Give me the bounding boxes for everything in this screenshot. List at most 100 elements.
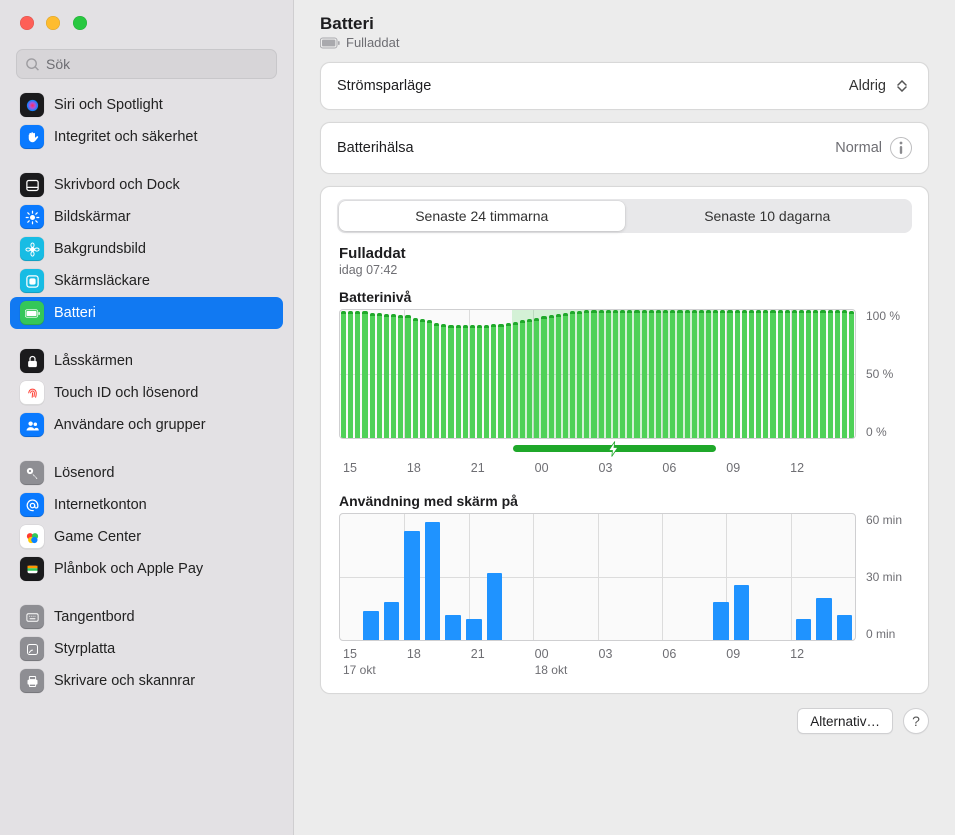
sidebar-item-integrity[interactable]: Integritet och säkerhet [10,121,283,153]
sidebar-item-label: Användare och grupper [54,417,206,433]
x-tick: 15 [343,647,407,661]
keyboard-icon [20,605,44,629]
battery-health-row: Batterihälsa Normal [320,122,929,174]
sidebar-item-desktop[interactable]: Skrivbord och Dock [10,169,283,201]
sidebar-item-printers[interactable]: Skrivare och skannrar [10,665,283,697]
segment-10d[interactable]: Senaste 10 dagarna [625,201,911,231]
sidebar-item-gamecenter[interactable]: Game Center [10,521,283,553]
x-tick: 00 [535,647,599,661]
sidebar-item-users[interactable]: Användare och grupper [10,409,283,441]
users-icon [20,413,44,437]
sidebar-item-label: Plånbok och Apple Pay [54,561,203,577]
sidebar: Sök Siri och Spotlight Integritet och säk… [0,0,294,835]
date-label: 17 okt [343,663,407,677]
sidebar-item-screensaver[interactable]: Skärmsläckare [10,265,283,297]
page-subtitle: Fulladdat [346,35,399,50]
options-button[interactable]: Alternativ… [797,708,893,734]
x-tick: 06 [662,647,726,661]
sidebar-item-siri[interactable]: Siri och Spotlight [10,89,283,121]
usage-chart: 60 min30 min0 min 1518210003060912 17 ok… [335,513,914,677]
usage-chart-title: Användning med skärm på [335,493,914,513]
window-minimize-button[interactable] [46,16,60,30]
sun-icon [20,205,44,229]
y-tick: 50 % [866,367,893,381]
date-label: 18 okt [535,663,599,677]
sidebar-item-displays[interactable]: Bildskärmar [10,201,283,233]
x-tick: 21 [471,647,535,661]
charging-bolt-icon [605,440,623,458]
sidebar-item-label: Lösenord [54,465,114,481]
sidebar-item-label: Skrivbord och Dock [54,177,180,193]
battery-health-value: Normal [835,140,882,156]
battery-health-label: Batterihälsa [337,140,414,156]
sidebar-item-label: Skärmsläckare [54,273,150,289]
sidebar-item-label: Bildskärmar [54,209,131,225]
help-button[interactable]: ? [903,708,929,734]
y-tick: 0 min [866,627,895,641]
footer: Alternativ… ? [320,706,929,734]
low-power-value: Aldrig [849,78,886,94]
sidebar-item-label: Internetkonton [54,497,147,513]
y-tick: 0 % [866,425,887,439]
time-range-segmented: Senaste 24 timmarna Senaste 10 dagarna [337,199,912,233]
low-power-select[interactable]: Aldrig [847,77,912,95]
battery-level-chart: 100 % 50 % 0 % 1518210003060912 [335,309,914,475]
sidebar-item-label: Skrivare och skannrar [54,673,195,689]
sidebar-item-internet[interactable]: Internetkonton [10,489,283,521]
y-tick: 30 min [866,570,902,584]
sidebar-item-label: Bakgrundsbild [54,241,146,257]
window-zoom-button[interactable] [73,16,87,30]
sidebar-item-label: Integritet och säkerhet [54,129,197,145]
sidebar-item-touchid[interactable]: Touch ID och lösenord [10,377,283,409]
lock-icon [20,349,44,373]
x-tick: 12 [790,461,854,475]
flower-icon [20,237,44,261]
sidebar-item-label: Låsskärmen [54,353,133,369]
fingerprint-icon [20,381,44,405]
battery-status-icon [320,37,340,49]
main-content: Batteri Fulladdat Strömsparläge Aldrig [294,0,955,835]
sidebar-item-passwords[interactable]: Lösenord [10,457,283,489]
wallet-icon [20,557,44,581]
x-tick: 15 [343,461,407,475]
sidebar-item-label: Styrplatta [54,641,115,657]
battery-health-info-button[interactable] [890,137,912,159]
x-tick: 00 [535,461,599,475]
sidebar-item-battery[interactable]: Batteri [10,297,283,329]
page-title: Batteri [320,14,929,34]
x-tick: 09 [726,647,790,661]
low-power-label: Strömsparläge [337,78,431,94]
screensaver-icon [20,269,44,293]
page-header: Batteri Fulladdat [320,14,929,50]
battery-level-chart-title: Batterinivå [335,289,914,309]
x-tick: 03 [599,647,663,661]
sidebar-item-trackpad[interactable]: Styrplatta [10,633,283,665]
dock-icon [20,173,44,197]
sidebar-item-lockscreen[interactable]: Låsskärmen [10,345,283,377]
sidebar-item-label: Batteri [54,305,96,321]
x-tick: 09 [726,461,790,475]
battery-icon [20,301,44,325]
y-tick: 100 % [866,309,900,323]
sidebar-item-wallpaper[interactable]: Bakgrundsbild [10,233,283,265]
sidebar-item-keyboard[interactable]: Tangentbord [10,601,283,633]
hand-raised-icon [20,125,44,149]
window-close-button[interactable] [20,16,34,30]
gamecenter-icon [20,525,44,549]
window-controls [0,0,293,41]
x-tick: 21 [471,461,535,475]
x-tick: 03 [599,461,663,475]
at-icon [20,493,44,517]
x-tick: 06 [662,461,726,475]
search-icon [25,57,40,72]
search-placeholder: Sök [46,56,70,72]
search-input[interactable]: Sök [16,49,277,79]
key-icon [20,461,44,485]
sidebar-item-label: Game Center [54,529,141,545]
sidebar-item-label: Touch ID och lösenord [54,385,198,401]
segment-24h[interactable]: Senaste 24 timmarna [339,201,625,231]
trackpad-icon [20,637,44,661]
sidebar-item-wallet[interactable]: Plånbok och Apple Pay [10,553,283,585]
siri-icon [20,93,44,117]
x-tick: 18 [407,461,471,475]
